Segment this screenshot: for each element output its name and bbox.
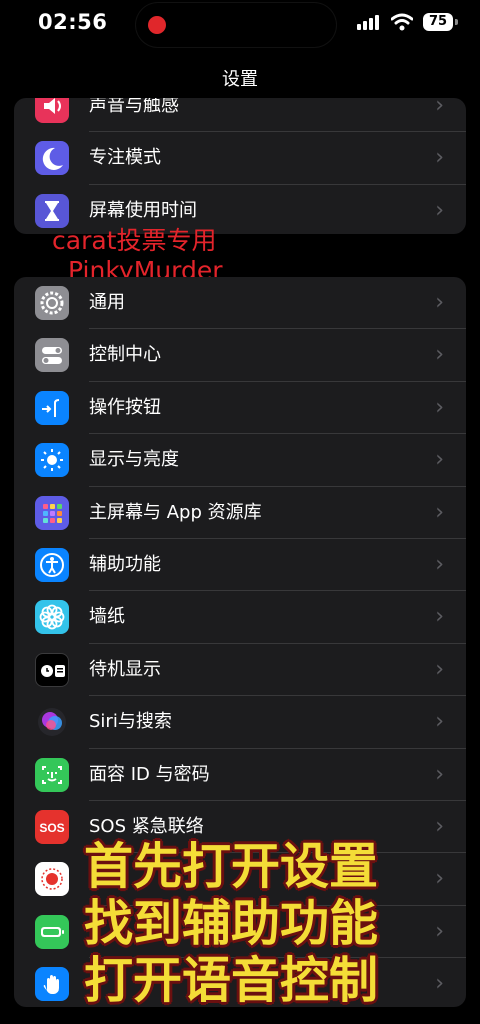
row-label: 辅助功能 — [89, 553, 161, 575]
sun-icon — [35, 443, 69, 478]
row-label: 主屏幕与 App 资源库 — [89, 501, 262, 523]
hourglass-icon — [35, 193, 69, 228]
chevron-right-icon: › — [435, 813, 444, 839]
speaker-icon — [35, 98, 69, 123]
caption-overlay: 首先打开设置 找到辅助功能 打开语音控制 — [84, 838, 378, 1009]
moon-icon — [35, 141, 69, 176]
row-label: 通用 — [89, 292, 125, 313]
accessibility-icon — [35, 547, 69, 582]
settings-row-focus[interactable]: 专注模式 › — [14, 132, 466, 185]
settings-row-general[interactable]: 通用 › — [14, 277, 466, 330]
row-label: 显示与亮度 — [89, 449, 179, 471]
recording-indicator-icon — [148, 16, 166, 34]
faceid-icon — [35, 757, 69, 792]
row-label: 控制中心 — [89, 344, 161, 366]
toggles-icon — [35, 338, 69, 373]
row-label: 面容 ID 与密码 — [89, 763, 210, 785]
row-label: 专注模式 — [89, 147, 161, 169]
settings-row-wallpaper[interactable]: 墙纸 › — [14, 591, 466, 644]
caption-line-2: 找到辅助功能 — [84, 895, 379, 952]
row-label: 操作按钮 — [89, 396, 161, 418]
settings-row-sounds[interactable]: 声音与触感 › — [14, 98, 466, 133]
chevron-right-icon: › — [435, 290, 444, 315]
settings-row-display[interactable]: 显示与亮度 › — [14, 434, 466, 487]
exposure-icon — [35, 862, 69, 897]
chevron-right-icon: › — [435, 918, 444, 944]
chevron-right-icon: › — [435, 551, 444, 577]
cellular-signal-icon — [357, 15, 379, 30]
chevron-right-icon: › — [435, 866, 444, 892]
chevron-right-icon: › — [435, 499, 444, 525]
action-button-icon — [35, 390, 69, 425]
settings-row-home-screen[interactable]: 主屏幕与 App 资源库 › — [14, 487, 466, 539]
settings-row-action-button[interactable]: 操作按钮 › — [14, 382, 466, 435]
sos-icon: SOS — [35, 809, 69, 844]
standby-icon — [35, 652, 69, 687]
battery-tip — [455, 19, 458, 25]
status-time: 02:56 — [38, 10, 108, 34]
privacy-hand-icon — [35, 967, 69, 1002]
chevron-right-icon: › — [435, 394, 444, 420]
chevron-right-icon: › — [435, 761, 444, 787]
wifi-icon — [391, 13, 413, 31]
settings-row-standby[interactable]: 待机显示 › — [14, 644, 466, 697]
battery-icon — [35, 914, 69, 949]
battery-level: 75 — [423, 13, 453, 31]
settings-row-control-center[interactable]: 控制中心 › — [14, 329, 466, 382]
home-grid-icon — [35, 495, 69, 530]
row-label: 待机显示 — [89, 658, 161, 680]
chevron-right-icon: › — [435, 342, 444, 368]
chevron-right-icon: › — [435, 656, 444, 682]
dynamic-island — [136, 3, 336, 47]
page-title: 设置 — [222, 69, 258, 90]
chevron-right-icon: › — [435, 971, 444, 997]
row-label: Siri与搜索 — [89, 711, 172, 733]
row-label: 声音与触感 — [89, 98, 179, 116]
chevron-right-icon: › — [435, 197, 444, 223]
chevron-right-icon: › — [435, 604, 444, 630]
svg-text:SOS: SOS — [39, 821, 64, 835]
siri-icon — [35, 705, 69, 740]
status-bar: 02:56 75 — [0, 0, 480, 54]
flower-icon — [35, 600, 69, 635]
gear-icon — [35, 286, 69, 320]
settings-row-accessibility[interactable]: 辅助功能 › — [14, 539, 466, 592]
watermark-line-1: carat投票专用 — [52, 226, 217, 255]
chevron-right-icon: › — [435, 447, 444, 473]
chevron-right-icon: › — [435, 145, 444, 171]
chevron-right-icon: › — [435, 709, 444, 735]
row-label: 墙纸 — [89, 606, 125, 628]
chevron-right-icon: › — [435, 98, 444, 118]
settings-row-face-id[interactable]: 面容 ID 与密码 › — [14, 749, 466, 801]
caption-line-3: 打开语音控制 — [84, 952, 379, 1009]
settings-row-siri[interactable]: Siri与搜索 › — [14, 696, 466, 749]
caption-line-1: 首先打开设置 — [84, 838, 379, 895]
settings-group-focus: 声音与触感 › 专注模式 › 屏幕使用时间 › — [14, 98, 466, 234]
